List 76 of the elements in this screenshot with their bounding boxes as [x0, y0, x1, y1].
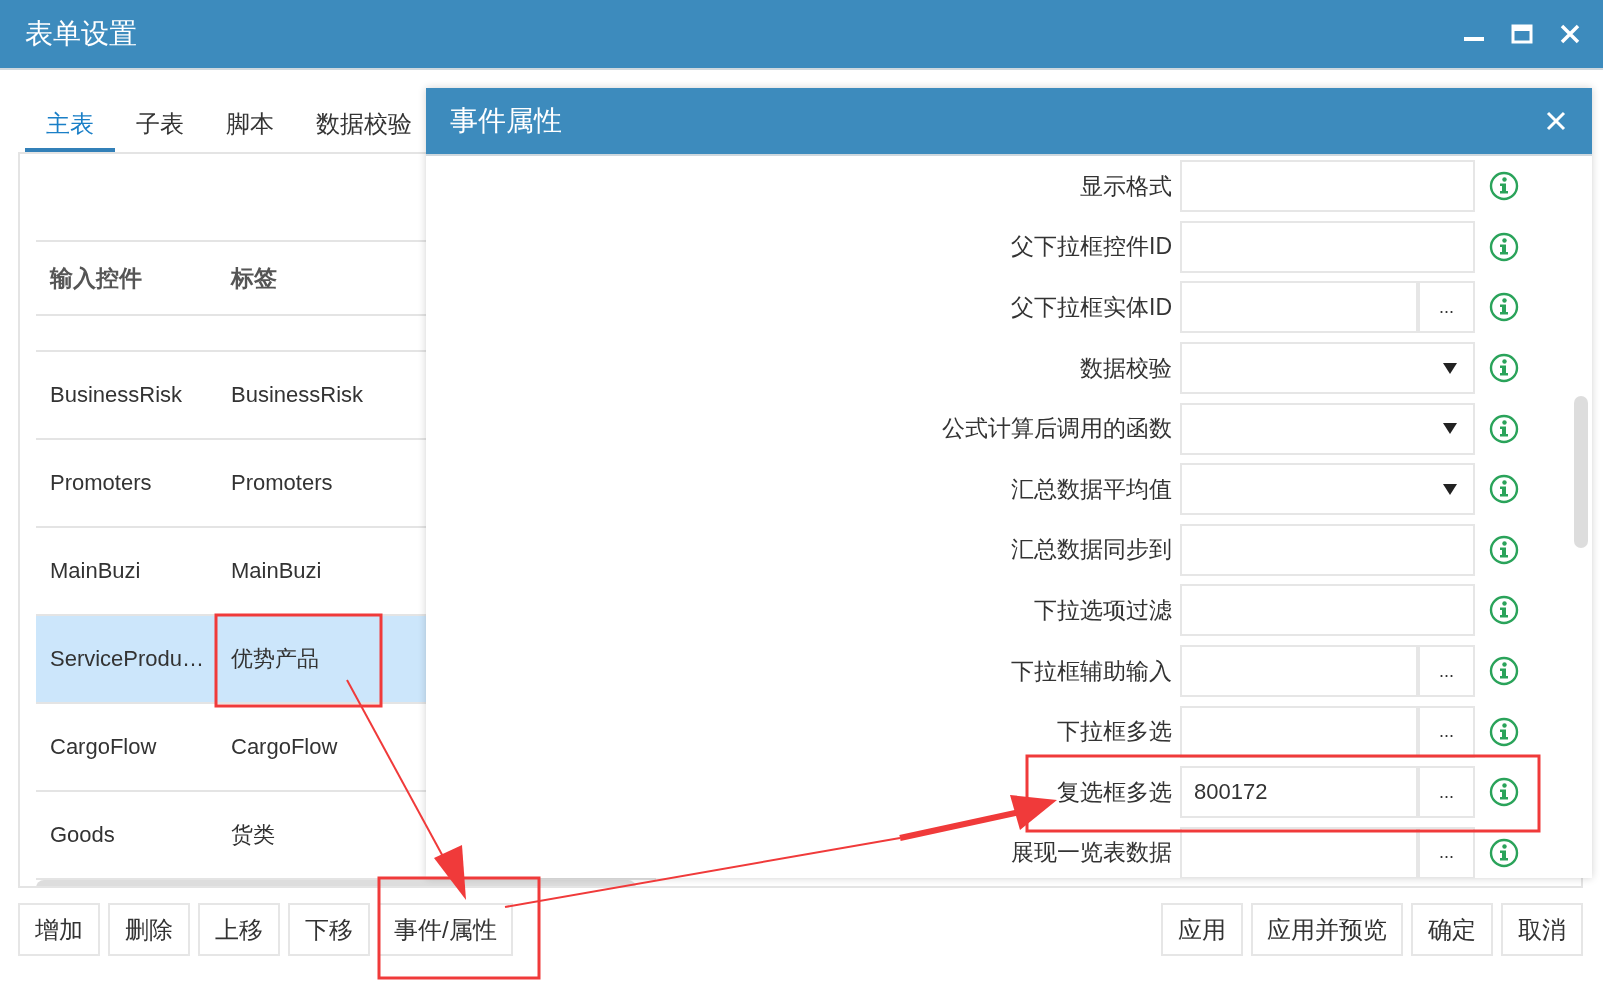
- info-icon[interactable]: [1489, 777, 1519, 808]
- browse-button[interactable]: ...: [1418, 705, 1475, 758]
- table-cell-text: CargoFlow: [49, 734, 158, 760]
- tab[interactable]: 子表: [115, 102, 205, 152]
- field-label: 展现一览表数据: [1010, 838, 1172, 868]
- dropdown-field[interactable]: [1180, 463, 1475, 516]
- tab[interactable]: 主表: [25, 102, 115, 152]
- action-button[interactable]: 应用: [1161, 903, 1243, 956]
- info-icon[interactable]: [1489, 474, 1519, 505]
- info-icon[interactable]: [1489, 413, 1519, 444]
- browse-button[interactable]: ...: [1418, 766, 1475, 819]
- action-button[interactable]: 删除: [108, 903, 190, 956]
- field-label: 父下拉框实体ID: [1010, 293, 1172, 322]
- input-field[interactable]: 800172: [1180, 766, 1418, 819]
- column-header: 标签: [229, 263, 277, 293]
- table-cell-text: BusinessRisk: [230, 382, 364, 408]
- close-icon[interactable]: [1559, 23, 1581, 45]
- browse-button[interactable]: ...: [1418, 826, 1475, 878]
- action-button[interactable]: 确定: [1411, 903, 1493, 956]
- table-cell-text: MainBuzi: [230, 558, 322, 584]
- input-field[interactable]: [1180, 160, 1475, 213]
- info-icon[interactable]: [1489, 716, 1519, 747]
- action-button[interactable]: 增加: [18, 903, 100, 956]
- action-button[interactable]: 取消: [1501, 903, 1583, 956]
- caret-icon: [1443, 423, 1457, 435]
- table-cell-text: CargoFlow: [230, 734, 338, 760]
- input-field[interactable]: [1180, 523, 1475, 576]
- field-label: 公式计算后调用的函数: [941, 414, 1172, 444]
- table-cell-text: 优势产品: [230, 645, 319, 673]
- field-label: 显示格式: [1079, 171, 1172, 201]
- action-button[interactable]: 下移: [288, 903, 370, 956]
- dropdown-field[interactable]: [1180, 402, 1475, 455]
- browse-button[interactable]: ...: [1418, 281, 1475, 334]
- caret-icon: [1443, 483, 1457, 495]
- vertical-scrollbar[interactable]: [1574, 396, 1588, 548]
- dropdown-field[interactable]: [1180, 342, 1475, 395]
- maximize-icon[interactable]: [1511, 23, 1533, 45]
- action-button[interactable]: 上移: [198, 903, 280, 956]
- field-label: 复选框多选: [1056, 777, 1172, 807]
- info-icon[interactable]: [1489, 534, 1519, 565]
- input-field[interactable]: [1180, 645, 1418, 698]
- action-button[interactable]: 应用并预览: [1251, 903, 1403, 956]
- field-label: 数据校验: [1079, 353, 1172, 383]
- close-icon[interactable]: [1546, 111, 1566, 131]
- input-field[interactable]: [1180, 281, 1418, 334]
- field-label: 下拉框辅助输入: [1010, 656, 1172, 686]
- field-label: 父下拉框控件ID: [1010, 232, 1172, 262]
- info-icon[interactable]: [1489, 656, 1519, 687]
- field-label: 下拉框多选: [1056, 717, 1172, 747]
- input-field[interactable]: [1180, 826, 1418, 878]
- info-icon[interactable]: [1489, 595, 1519, 626]
- field-label: 汇总数据同步到: [1010, 535, 1172, 565]
- table-cell-text: MainBuzi: [49, 558, 142, 584]
- action-button[interactable]: 事件/属性: [378, 903, 513, 956]
- column-header: 输入控件: [48, 263, 143, 293]
- tab[interactable]: 脚本: [205, 102, 295, 152]
- info-icon[interactable]: [1489, 171, 1519, 202]
- table-cell-text: ServiceProdu…: [49, 646, 206, 672]
- dialog-title: 事件属性: [450, 104, 562, 138]
- input-field[interactable]: [1180, 705, 1418, 758]
- input-field[interactable]: [1180, 220, 1475, 273]
- caret-icon: [1443, 362, 1457, 374]
- field-label: 汇总数据平均值: [1010, 474, 1172, 504]
- table-cell-text: Goods: [49, 822, 116, 848]
- info-icon[interactable]: [1489, 292, 1519, 323]
- table-cell-text: Promoters: [230, 470, 333, 496]
- info-icon[interactable]: [1489, 353, 1519, 384]
- window-title: 表单设置: [25, 17, 137, 51]
- info-icon[interactable]: [1489, 837, 1519, 868]
- browse-button[interactable]: ...: [1418, 645, 1475, 698]
- table-cell-text: Promoters: [49, 470, 153, 496]
- info-icon[interactable]: [1489, 231, 1519, 262]
- table-cell-text: BusinessRisk: [49, 382, 184, 408]
- input-field[interactable]: [1180, 584, 1475, 637]
- table-cell-text: 货类: [230, 821, 275, 849]
- field-label: 下拉选项过滤: [1033, 595, 1172, 625]
